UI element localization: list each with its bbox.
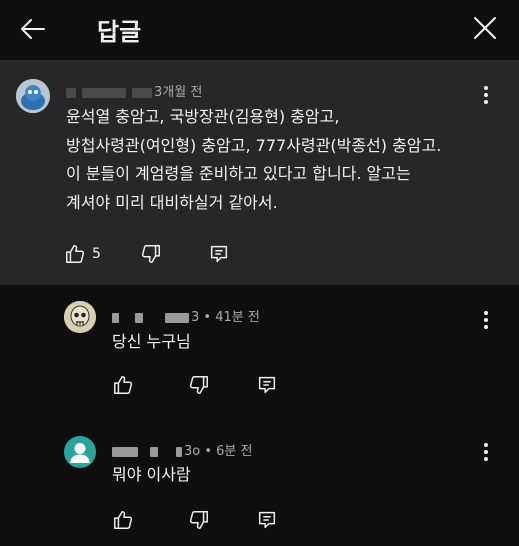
comment-line: 이 분들이 계엄령을 준비하고 있다고 합니다. 알고는 [66,164,411,183]
dislike-button[interactable] [188,374,210,400]
thumbs-up-icon [114,511,133,529]
comment-time: 3o • 6분 전 [184,444,253,459]
like-button[interactable] [112,374,134,400]
comment-text: 뭐야 이사람 [112,465,191,484]
redacted-username [165,312,189,323]
redacted-username [132,87,152,98]
avatar[interactable] [16,79,50,113]
reply-icon [210,245,228,263]
more-options-button[interactable] [476,83,496,107]
dislike-button[interactable] [140,243,162,269]
comment-line: 윤석열 충암고, 국방장관(김용현) 충암고, [66,107,340,126]
more-vert-icon [484,311,488,329]
thumbs-up-icon [114,376,133,394]
more-vert-icon [484,443,488,461]
comment-text: 당신 누구님 [112,332,191,351]
back-arrow-icon [21,19,45,39]
thumbs-up-icon [66,245,85,263]
comment-text: 윤석열 충암고, 국방장관(김용현) 충암고, 방첩사령관(여인형) 충암고, 7… [66,103,441,217]
back-button[interactable] [18,14,48,44]
thumbs-down-icon [189,511,208,529]
thumbs-down-icon [141,245,160,263]
more-options-button[interactable] [476,440,496,464]
avatar-image [64,301,96,333]
parent-comment: 3개월 전 윤석열 충암고, 국방장관(김용현) 충암고, 방첩사령관(여인형) … [0,61,519,285]
redacted-username [150,446,158,457]
reply-icon [258,376,276,394]
reply-button[interactable] [256,509,278,535]
header-bar: 답글 [0,0,519,61]
close-button[interactable] [471,14,499,42]
page-title: 답글 [97,18,142,46]
redacted-username [112,446,138,457]
comment-line: 방첩사령관(여인형) 충암고, 777사령관(박종선) 충암고. [66,135,442,155]
comment-time: 3 • 41분 전 [191,310,260,325]
default-avatar-icon [70,443,90,463]
like-count: 5 [92,246,101,262]
thumbs-down-icon [189,376,208,394]
redacted-username [112,312,119,323]
avatar[interactable] [64,436,96,468]
avatar[interactable] [64,301,96,333]
comment-line: 계셔야 미리 대비하실거 같아서. [66,192,278,212]
redacted-username [176,446,182,457]
redacted-username [66,87,76,98]
avatar-image [16,79,50,113]
redacted-username [82,87,126,98]
close-icon [474,17,496,39]
reply-icon [258,511,276,529]
comment-meta: 3 • 41분 전 [112,306,260,325]
comment-time: 3개월 전 [154,85,203,100]
more-vert-icon [484,86,488,104]
comment-meta: 3o • 6분 전 [112,440,252,459]
comment-meta: 3개월 전 [66,81,202,100]
like-button[interactable] [112,509,134,535]
more-options-button[interactable] [476,308,496,332]
like-button[interactable] [64,243,86,269]
reply-button[interactable] [208,243,230,269]
redacted-username [135,312,143,323]
reply-button[interactable] [256,374,278,400]
dislike-button[interactable] [188,509,210,535]
